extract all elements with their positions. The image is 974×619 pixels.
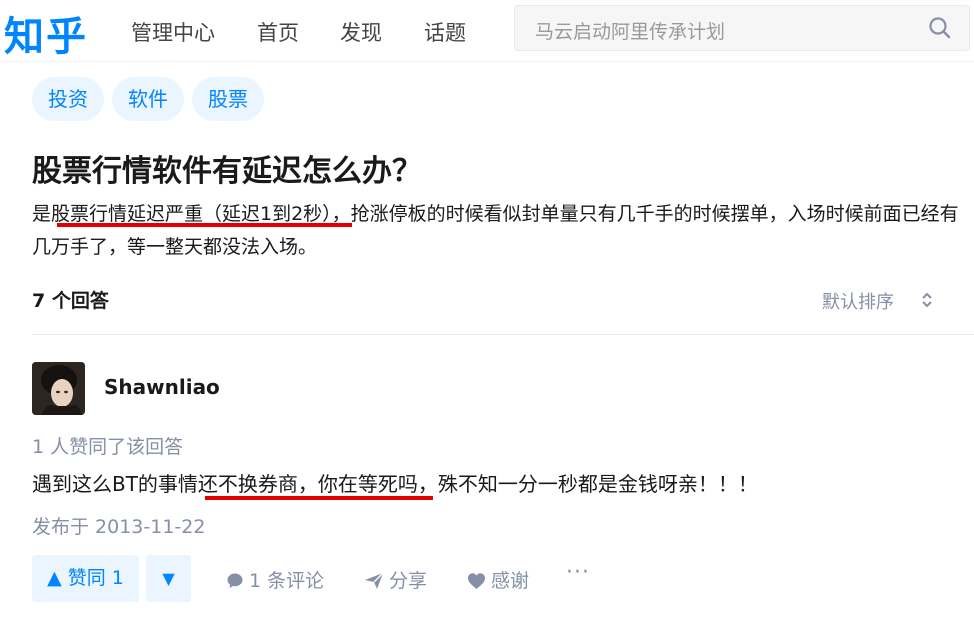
nav-topics[interactable]: 话题 bbox=[424, 17, 466, 47]
downvote-button[interactable]: ▼ bbox=[146, 555, 191, 602]
answer-count: 7 个回答 bbox=[32, 290, 109, 312]
topic-tag-software[interactable]: 软件 bbox=[112, 77, 184, 121]
topic-tag-investment[interactable]: 投资 bbox=[32, 77, 104, 121]
red-underline-annotation bbox=[57, 223, 352, 227]
red-underline-annotation bbox=[205, 496, 433, 500]
publish-date[interactable]: 发布于 2013-11-22 bbox=[32, 512, 205, 539]
nav-discover[interactable]: 发现 bbox=[340, 17, 382, 47]
nav-admin-center[interactable]: 管理中心 bbox=[131, 17, 215, 47]
search-placeholder: 马云启动阿里传承计划 bbox=[535, 21, 726, 43]
question-description: 是股票行情延迟严重（延迟1到2秒），抢涨停板的时候看似封单量只有几千手的时候摆单… bbox=[32, 203, 959, 258]
sort-chevron-icon[interactable] bbox=[920, 290, 934, 310]
voters-count[interactable]: 1 人赞同了该回答 bbox=[32, 432, 183, 459]
upvote-button[interactable]: ▲ 赞同 1 bbox=[32, 555, 139, 602]
comment-button[interactable]: 1 条评论 bbox=[226, 566, 324, 593]
comment-icon bbox=[227, 573, 243, 588]
zhihu-logo[interactable]: 知乎 bbox=[4, 4, 88, 62]
thanks-label: 感谢 bbox=[491, 570, 530, 592]
share-button[interactable]: 分享 bbox=[364, 566, 427, 593]
search-input[interactable]: 马云启动阿里传承计划 bbox=[514, 5, 970, 51]
author-name[interactable]: Shawnliao bbox=[104, 375, 220, 399]
share-icon bbox=[365, 572, 384, 589]
sort-dropdown[interactable]: 默认排序 bbox=[822, 288, 894, 314]
avatar[interactable] bbox=[32, 362, 85, 415]
comment-label: 1 条评论 bbox=[249, 570, 325, 592]
search-icon[interactable] bbox=[927, 15, 953, 41]
divider bbox=[32, 334, 974, 335]
topic-tag-stocks[interactable]: 股票 bbox=[192, 77, 264, 121]
share-label: 分享 bbox=[389, 570, 428, 592]
question-title[interactable]: 股票行情软件有延迟怎么办？ bbox=[32, 146, 422, 190]
answer-content: 遇到这么BT的事情还不换券商，你在等死吗，殊不知一分一秒都是金钱呀亲！！！ bbox=[32, 472, 758, 496]
top-header: 知乎 管理中心 首页 发现 话题 马云启动阿里传承计划 bbox=[0, 0, 974, 62]
heart-icon bbox=[468, 573, 485, 589]
avatar-portrait bbox=[32, 362, 85, 415]
nav-home[interactable]: 首页 bbox=[257, 17, 299, 47]
more-options-button[interactable]: ··· bbox=[566, 560, 590, 585]
thanks-button[interactable]: 感谢 bbox=[467, 566, 529, 593]
